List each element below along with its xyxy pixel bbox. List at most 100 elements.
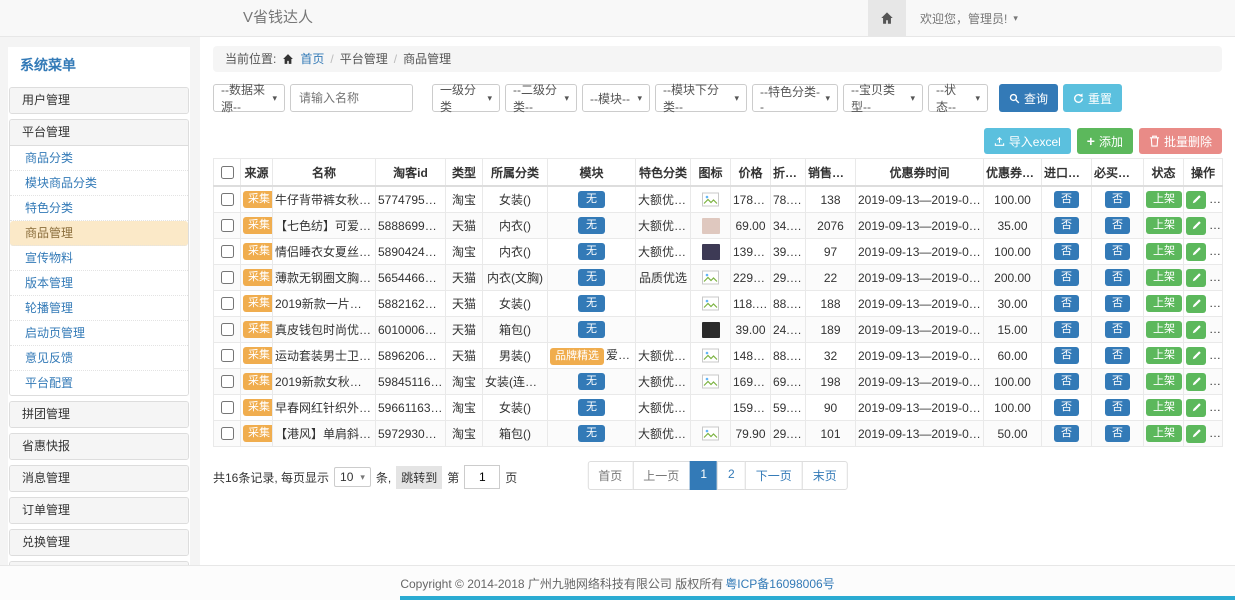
must-buy-toggle[interactable]: 否	[1105, 269, 1130, 287]
row-checkbox[interactable]	[221, 297, 234, 310]
data-source-select[interactable]: --数据来源--▾	[213, 84, 285, 112]
must-buy-toggle[interactable]: 否	[1105, 217, 1130, 235]
page-1[interactable]: 1	[689, 461, 718, 490]
edit-button[interactable]	[1186, 191, 1206, 209]
module-subcategory-select[interactable]: --模块下分类--▾	[655, 84, 747, 112]
page-number-input[interactable]	[464, 465, 500, 489]
sidebar-item-4[interactable]: 宣传物料	[10, 246, 188, 271]
sidebar-group-6[interactable]: 兑换管理	[10, 530, 188, 555]
product-category: 内衣()	[483, 239, 548, 265]
sidebar-item-5[interactable]: 版本管理	[10, 271, 188, 296]
must-buy-toggle[interactable]: 否	[1105, 295, 1130, 313]
sidebar-group-3[interactable]: 省惠快报	[10, 434, 188, 459]
status-button[interactable]: 上架	[1146, 321, 1182, 339]
page-prev[interactable]: 上一页	[632, 461, 690, 490]
edit-button[interactable]	[1186, 373, 1206, 391]
reset-button[interactable]: 重置	[1063, 84, 1122, 112]
page-size-select[interactable]: 10 ▾	[334, 467, 371, 487]
must-buy-toggle[interactable]: 否	[1105, 347, 1130, 365]
bottom-scrollbar[interactable]	[400, 596, 1235, 600]
sidebar-item-9[interactable]: 平台配置	[10, 371, 188, 395]
row-checkbox[interactable]	[221, 427, 234, 440]
add-button[interactable]: + 添加	[1077, 128, 1133, 154]
level1-category-select[interactable]: 一级分类▾	[432, 84, 500, 112]
import-select-toggle[interactable]: 否	[1054, 347, 1079, 365]
edit-button[interactable]	[1186, 295, 1206, 313]
status-button[interactable]: 上架	[1146, 295, 1182, 313]
sidebar-item-7[interactable]: 启动页管理	[10, 321, 188, 346]
row-checkbox[interactable]	[221, 323, 234, 336]
edit-button[interactable]	[1186, 269, 1206, 287]
sidebar-item-0[interactable]: 商品分类	[10, 146, 188, 171]
jump-button[interactable]: 跳转到	[396, 466, 442, 489]
must-buy-toggle[interactable]: 否	[1105, 425, 1130, 443]
must-buy-toggle[interactable]: 否	[1105, 399, 1130, 417]
import-select-toggle[interactable]: 否	[1054, 269, 1079, 287]
item-type-select[interactable]: --宝贝类型--▾	[843, 84, 923, 112]
import-select-toggle[interactable]: 否	[1054, 399, 1079, 417]
sidebar-group-2[interactable]: 拼团管理	[10, 402, 188, 427]
import-select-toggle[interactable]: 否	[1054, 425, 1079, 443]
status-button[interactable]: 上架	[1146, 399, 1182, 417]
broken-image-icon	[702, 192, 719, 207]
status-button[interactable]: 上架	[1146, 269, 1182, 287]
sidebar-item-3[interactable]: 商品管理	[10, 221, 188, 246]
query-button[interactable]: 查询	[999, 84, 1058, 112]
row-checkbox[interactable]	[221, 193, 234, 206]
edit-button[interactable]	[1186, 321, 1206, 339]
sidebar-group-4[interactable]: 消息管理	[10, 466, 188, 491]
import-select-toggle[interactable]: 否	[1054, 191, 1079, 209]
sidebar-item-6[interactable]: 轮播管理	[10, 296, 188, 321]
row-checkbox[interactable]	[221, 245, 234, 258]
sidebar-group-5[interactable]: 订单管理	[10, 498, 188, 523]
row-checkbox[interactable]	[221, 375, 234, 388]
status-button[interactable]: 上架	[1146, 425, 1182, 443]
name-search-input[interactable]	[290, 84, 413, 112]
page-2[interactable]: 2	[717, 461, 746, 490]
breadcrumb-home-link[interactable]: 首页	[300, 46, 324, 72]
edit-button[interactable]	[1186, 425, 1206, 443]
status-button[interactable]: 上架	[1146, 217, 1182, 235]
edit-button[interactable]	[1186, 217, 1206, 235]
import-select-toggle[interactable]: 否	[1054, 373, 1079, 391]
import-excel-button[interactable]: 导入excel	[984, 128, 1071, 154]
feature-category-select[interactable]: --特色分类--▾	[752, 84, 838, 112]
sidebar-item-8[interactable]: 意见反馈	[10, 346, 188, 371]
row-checkbox[interactable]	[221, 219, 234, 232]
import-select-toggle[interactable]: 否	[1054, 217, 1079, 235]
status-button[interactable]: 上架	[1146, 243, 1182, 261]
batch-delete-button[interactable]: 批量删除	[1139, 128, 1222, 154]
module-select[interactable]: --模块--▾	[582, 84, 650, 112]
must-buy-toggle[interactable]: 否	[1105, 321, 1130, 339]
must-buy-toggle[interactable]: 否	[1105, 243, 1130, 261]
level2-category-select[interactable]: --二级分类--▾	[505, 84, 577, 112]
select-all-checkbox[interactable]	[221, 166, 234, 179]
must-buy-toggle[interactable]: 否	[1105, 373, 1130, 391]
row-checkbox[interactable]	[221, 401, 234, 414]
status-button[interactable]: 上架	[1146, 373, 1182, 391]
row-checkbox[interactable]	[221, 349, 234, 362]
sidebar-group-1[interactable]: 平台管理	[10, 120, 188, 145]
page-last[interactable]: 末页	[802, 461, 848, 490]
edit-button[interactable]	[1186, 347, 1206, 365]
product-name: 运动套装男士卫衣初秋...	[273, 343, 376, 369]
edit-button[interactable]	[1186, 243, 1206, 261]
edit-button[interactable]	[1186, 399, 1206, 417]
user-menu[interactable]: 欢迎您，管理员! ▾	[906, 10, 1032, 27]
status-button[interactable]: 上架	[1146, 347, 1182, 365]
sidebar-item-2[interactable]: 特色分类	[10, 196, 188, 221]
status-button[interactable]: 上架	[1146, 191, 1182, 209]
sidebar-item-1[interactable]: 模块商品分类	[10, 171, 188, 196]
sidebar-group-0[interactable]: 用户管理	[10, 88, 188, 113]
must-buy-toggle[interactable]: 否	[1105, 191, 1130, 209]
icp-link[interactable]: 粤ICP备16098006号	[725, 575, 834, 592]
page-first[interactable]: 首页	[587, 461, 633, 490]
page-next[interactable]: 下一页	[745, 461, 803, 490]
import-select-toggle[interactable]: 否	[1054, 321, 1079, 339]
row-checkbox[interactable]	[221, 271, 234, 284]
import-select-toggle[interactable]: 否	[1054, 295, 1079, 313]
import-select-toggle[interactable]: 否	[1054, 243, 1079, 261]
row-select-cell	[214, 395, 241, 421]
home-button[interactable]	[868, 0, 906, 36]
status-select[interactable]: --状态--▾	[928, 84, 988, 112]
